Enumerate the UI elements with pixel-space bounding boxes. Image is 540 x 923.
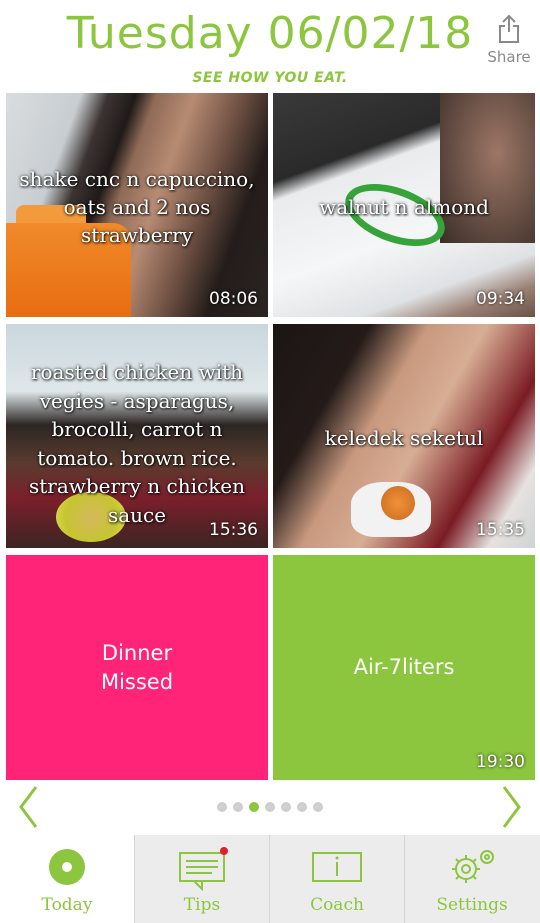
settings-icon-wrap xyxy=(405,847,539,887)
meal-caption: shake cnc n capuccino, oats and 2 nos st… xyxy=(19,167,255,247)
meal-tile-snack-afternoon[interactable]: keledek seketul 15:35 xyxy=(273,324,535,548)
chevron-right-icon xyxy=(502,786,521,828)
share-icon xyxy=(499,14,519,43)
missed-label: Missed xyxy=(100,670,174,694)
meal-caption: walnut n almond xyxy=(319,195,489,219)
tips-icon xyxy=(179,847,228,892)
share-label: Share xyxy=(487,48,531,66)
meal-tile-lunch[interactable]: roasted chicken with vegies - asparagus,… xyxy=(6,324,268,548)
page-dot xyxy=(281,802,291,812)
meal-time: 09:34 xyxy=(476,289,525,309)
tab-tips[interactable]: Tips xyxy=(135,835,269,923)
dinner-label: Dinner xyxy=(101,641,173,665)
next-day-button[interactable] xyxy=(496,784,526,830)
page-dot xyxy=(217,802,227,812)
tab-label: Coach xyxy=(310,895,364,915)
tab-label: Settings xyxy=(436,895,508,915)
meal-caption: keledek seketul xyxy=(324,426,484,450)
today-icon-wrap xyxy=(0,847,134,887)
meal-tile-breakfast[interactable]: shake cnc n capuccino, oats and 2 nos st… xyxy=(6,93,268,317)
page-dot-active xyxy=(249,802,259,812)
meal-time: 15:36 xyxy=(209,520,258,540)
tab-settings[interactable]: Settings xyxy=(405,835,539,923)
tab-coach[interactable]: Coach xyxy=(270,835,404,923)
page-indicator xyxy=(0,784,540,834)
tagline: SEE HOW YOU EAT. xyxy=(192,70,348,86)
meal-time: 08:06 xyxy=(209,289,258,309)
tab-label: Today xyxy=(41,895,93,915)
notification-dot xyxy=(220,847,228,855)
water-label: Air-7liters xyxy=(353,655,455,679)
meal-tile-snack-morning[interactable]: walnut n almond 09:34 xyxy=(273,93,535,317)
tab-label: Tips xyxy=(183,895,221,915)
dinner-status-label: Dinner Missed xyxy=(6,639,268,697)
sweet-potato-photo xyxy=(381,486,415,520)
meal-caption: roasted chicken with vegies - asparagus,… xyxy=(28,360,246,527)
tips-icon-wrap xyxy=(135,847,269,892)
coach-icon-wrap xyxy=(270,847,404,887)
page-dot xyxy=(297,802,307,812)
coach-icon xyxy=(312,852,362,882)
meal-tile-water[interactable]: Air-7liters 19:30 xyxy=(273,555,535,780)
date-title: Tuesday 06/02/18 xyxy=(66,8,474,59)
tab-today[interactable]: Today xyxy=(0,835,134,923)
page-dot xyxy=(313,802,323,812)
meal-tile-dinner-missed[interactable]: Dinner Missed xyxy=(6,555,268,780)
header: Tuesday 06/02/18 SEE HOW YOU EAT. Share xyxy=(0,0,540,92)
page-dots xyxy=(0,802,540,812)
settings-icon xyxy=(452,850,494,883)
bottom-tab-bar: Today Tips Coach Settings xyxy=(0,835,540,923)
page-dot xyxy=(233,802,243,812)
today-icon xyxy=(49,849,85,885)
page-dot xyxy=(265,802,275,812)
meal-time: 15:35 xyxy=(476,520,525,540)
meal-time: 19:30 xyxy=(476,752,525,772)
share-button[interactable]: Share xyxy=(484,14,534,66)
